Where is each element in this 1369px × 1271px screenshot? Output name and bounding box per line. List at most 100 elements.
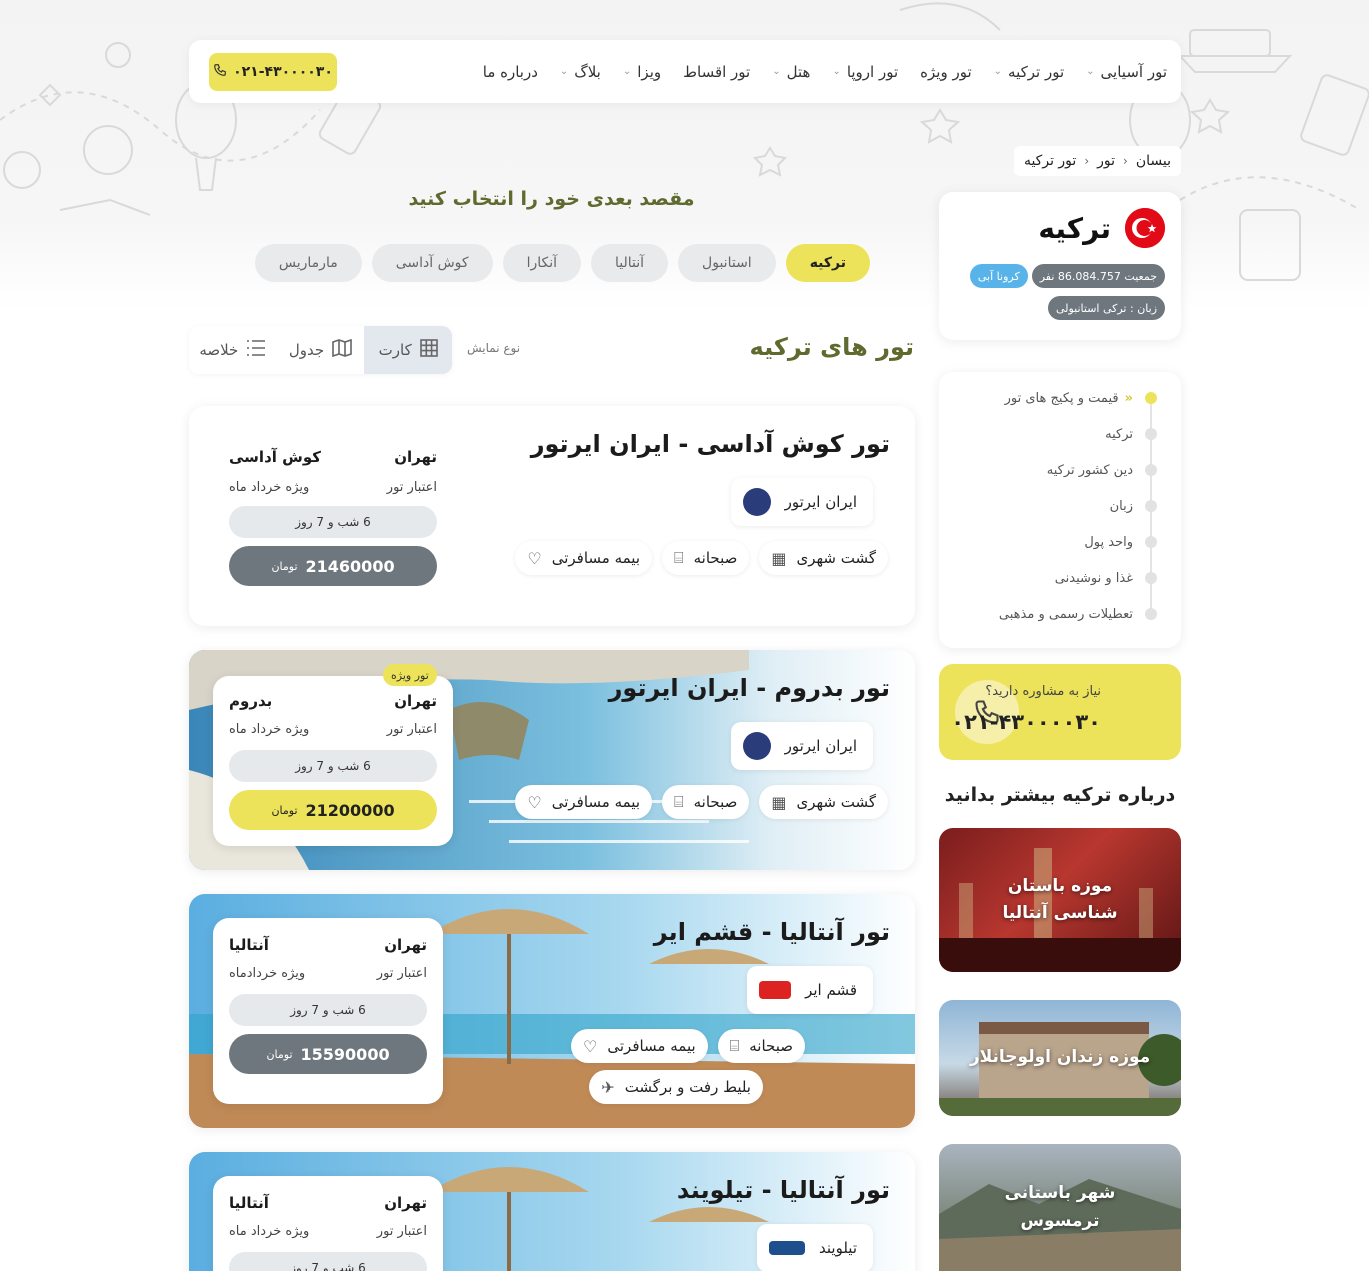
nav-item[interactable]: تور اقساط — [683, 63, 750, 81]
tour-credit: اعتبار تور — [386, 480, 437, 495]
heart-hand-icon: ♡ — [583, 1036, 598, 1056]
nav-item[interactable]: بلاگ ⌄ — [560, 63, 601, 81]
nav-item[interactable]: درباره ما — [483, 63, 538, 81]
section-link-label: دین کشور ترکیه — [1046, 462, 1133, 478]
breadcrumb-tour[interactable]: تور — [1097, 153, 1115, 169]
tour-card[interactable]: تور آنتالیا - تیلویند تیلویند تهران آنتال… — [189, 1152, 915, 1271]
heart-hand-icon: ♡ — [527, 548, 542, 568]
airline-name: تیلویند — [819, 1239, 857, 1257]
tour-duration: 6 شب و 7 روز — [229, 1252, 427, 1271]
price-button[interactable]: 21200000 تومان — [229, 790, 437, 830]
main-navbar: تور آسیایی ⌄ تور ترکیه ⌄ تور ویژه تور اروپا ⌄ ه… — [189, 40, 1181, 103]
feature-label: صبحانه — [693, 549, 738, 567]
tour-card[interactable]: تور آنتالیا - قشم ایر قشم ایر صبحانه ⌸ بی… — [189, 894, 915, 1128]
feature-breakfast: صبحانه ⌸ — [662, 541, 750, 575]
nav-item-label: درباره ما — [482, 62, 538, 81]
section-link-label: قیمت و پکیج های تور — [1004, 390, 1119, 406]
country-name: ترکیه — [1038, 211, 1111, 245]
section-link[interactable]: ترکیه — [1105, 424, 1157, 444]
view-card-option[interactable]: کارت — [364, 326, 453, 374]
airline-pill: قشم ایر — [747, 966, 873, 1014]
tour-card[interactable]: تور بدروم - ایران ایرتور ایران ایرتور گش… — [189, 650, 915, 870]
tour-special: ویژه خردادماه — [229, 966, 306, 981]
section-link-label: تعطیلات رسمی و مذهبی — [998, 606, 1133, 622]
chevron-down-icon: ⌄ — [993, 66, 1003, 77]
nav-phone-button[interactable]: ۰۲۱-۴۳۰۰۰۰۳۰ — [209, 53, 337, 91]
bed-icon: ⌸ — [674, 792, 684, 811]
price-button[interactable]: 21460000 تومان — [229, 546, 437, 586]
view-table-option[interactable]: جدول — [277, 326, 365, 374]
section-link[interactable]: واحد پول — [1084, 532, 1157, 552]
airline-logo-icon — [769, 1241, 805, 1255]
destination-chip[interactable]: آنتالیا — [591, 244, 669, 282]
chevron-down-icon: ⌄ — [559, 66, 569, 77]
place-card-ulucanlar-prison[interactable]: موزه زندان اولوجانلار — [939, 1000, 1181, 1116]
feature-city-tour: گشت شهری ▦ — [759, 541, 888, 575]
nav-item[interactable]: هتل ⌄ — [772, 63, 810, 81]
language-badge: زبان : ترکی استانبولی — [1047, 296, 1165, 320]
feature-breakfast: صبحانه ⌸ — [662, 785, 750, 819]
price-currency: تومان — [271, 803, 298, 817]
destination-chip[interactable]: کوش آداسی — [371, 244, 493, 282]
place-card-termessos[interactable]: شهر باستانی ترمسوس — [939, 1144, 1181, 1271]
section-link[interactable]: زبان — [1110, 496, 1157, 516]
view-summary-option[interactable]: خلاصه — [189, 326, 277, 374]
price-currency: تومان — [266, 1047, 293, 1061]
section-link-label: ترکیه — [1105, 426, 1133, 442]
destination-chip[interactable]: ترکیه — [785, 244, 870, 282]
origin-city: تهران — [394, 692, 437, 710]
price-button[interactable]: 15590000 تومان — [229, 1034, 427, 1074]
view-card-label: کارت — [378, 341, 412, 359]
nav-item[interactable]: تور ترکیه ⌄ — [994, 63, 1065, 81]
timeline-dot — [1145, 608, 1157, 620]
view-table-label: جدول — [288, 341, 325, 359]
destination-city: کوش آداسی — [229, 448, 321, 466]
nav-item[interactable]: تور ویژه — [920, 63, 972, 81]
tour-card[interactable]: تور کوش آداسی - ایران ایرتور ایران ایرتو… — [189, 406, 915, 626]
nav-item[interactable]: ویزا ⌄ — [623, 63, 661, 81]
breadcrumb-home[interactable]: بیسان — [1136, 153, 1171, 169]
destination-city: آنتالیا — [229, 1194, 269, 1212]
place-title: موزه باستان شناسی آنتالیا — [1002, 875, 1118, 923]
place-title: شهر باستانی ترمسوس — [1004, 1183, 1116, 1231]
breadcrumb-current: تور ترکیه — [1023, 153, 1077, 169]
nav-phone-number: ۰۲۱-۴۳۰۰۰۰۳۰ — [233, 64, 333, 80]
nav-item[interactable]: تور آسیایی ⌄ — [1086, 63, 1167, 81]
chevron-down-icon: ⌄ — [1086, 66, 1095, 77]
feature-label: بلیط رفت و برگشت — [624, 1078, 751, 1096]
chevron-down-icon: ⌄ — [772, 66, 781, 77]
origin-city: تهران — [384, 936, 427, 954]
timeline-dot — [1145, 464, 1157, 476]
nav-item-label: تور اقساط — [683, 62, 751, 81]
airplane-icon: ✈ — [601, 1077, 615, 1097]
section-link[interactable]: تعطیلات رسمی و مذهبی — [999, 604, 1157, 624]
section-link[interactable]: دین کشور ترکیه — [1047, 460, 1157, 480]
airline-logo-icon — [759, 981, 792, 999]
feature-label: بیمه مسافرتی — [551, 549, 640, 567]
destination-chip[interactable]: آنکارا — [502, 244, 581, 282]
feature-label: بیمه مسافرتی — [607, 1037, 696, 1055]
consult-phone[interactable]: ۰۲۱-۴۳۰۰۰۰۳۰ — [951, 710, 1101, 734]
chevron-left-icon: ‹ — [1084, 154, 1090, 168]
tour-info-box: تهران آنتالیا اعتبار تور ویژه خردادماه 6 ش… — [213, 918, 443, 1104]
tour-special: ویژه خرداد ماه — [229, 1224, 310, 1239]
breadcrumb: بیسان ‹ تور ‹ تور ترکیه — [1013, 146, 1181, 176]
section-link[interactable]: « قیمت و پکیج های تور — [1005, 388, 1157, 408]
airline-name: قشم ایر — [805, 981, 857, 999]
feature-label: گشت شهری — [796, 793, 876, 811]
destination-chip[interactable]: مارماریس — [254, 244, 362, 282]
destination-chips: ترکیه استانبول آنتالیا آنکارا کوش آداسی مارما… — [254, 244, 870, 282]
tour-duration: 6 شب و 7 روز — [229, 506, 437, 538]
airline-logo-icon — [742, 488, 771, 516]
tour-title: تور کوش آداسی - ایران ایرتور — [530, 430, 890, 458]
section-link[interactable]: غذا و نوشیدنی — [1055, 568, 1157, 588]
tour-info-box: تهران کوش آداسی اعتبار تور ویژه خرداد ماه … — [213, 428, 453, 608]
destination-chip[interactable]: استانبول — [678, 244, 776, 282]
nav-item[interactable]: تور اروپا ⌄ — [832, 63, 898, 81]
nav-item-label: تور ویژه — [920, 62, 972, 81]
consult-box[interactable]: نیاز به مشاوره دارید؟ ۰۲۱-۴۳۰۰۰۰۳۰ — [939, 664, 1181, 760]
tour-special: ویژه خرداد ماه — [229, 722, 310, 737]
tour-credit: اعتبار تور — [376, 1224, 427, 1239]
place-card-antalya-museum[interactable]: موزه باستان شناسی آنتالیا — [939, 828, 1181, 972]
tour-title: تور آنتالیا - تیلویند — [676, 1176, 890, 1204]
